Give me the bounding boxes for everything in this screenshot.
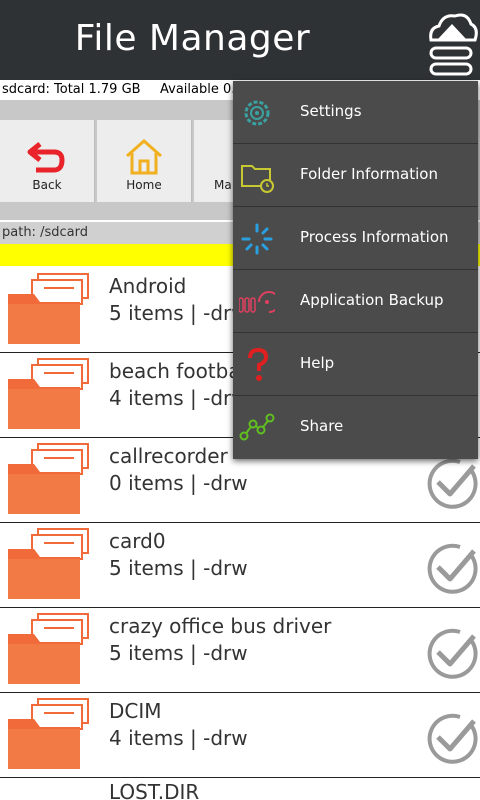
menu-item-folder-information[interactable]: Folder Information bbox=[233, 144, 478, 207]
file-meta: 5 items | -drw bbox=[109, 301, 248, 325]
home-label: Home bbox=[126, 178, 162, 192]
share-icon bbox=[239, 413, 275, 441]
list-item[interactable]: DCIM 4 items | -drw bbox=[0, 693, 480, 778]
folder-icon bbox=[8, 443, 89, 515]
back-arrow-icon bbox=[27, 142, 65, 173]
file-meta: 5 items | -drw bbox=[109, 641, 248, 665]
file-meta: 4 items | -drw bbox=[109, 386, 248, 410]
menu-label: Share bbox=[300, 417, 344, 435]
spinner-icon bbox=[241, 223, 273, 255]
menu-label: Process Information bbox=[300, 228, 449, 246]
folder-icon bbox=[8, 273, 89, 345]
folder-icon bbox=[8, 698, 89, 770]
home-icon bbox=[126, 138, 162, 175]
file-name: card0 bbox=[109, 529, 166, 553]
menu-label: Folder Information bbox=[300, 165, 438, 183]
back-button[interactable]: Back bbox=[0, 120, 95, 202]
overflow-menu: Settings Folder Information Process Info… bbox=[233, 81, 478, 459]
home-button[interactable]: Home bbox=[97, 120, 192, 202]
menu-item-help[interactable]: Help bbox=[233, 333, 478, 396]
file-name: crazy office bus driver bbox=[109, 614, 332, 638]
question-icon bbox=[248, 347, 269, 381]
gear-icon bbox=[244, 100, 270, 126]
file-name: LOST.DIR bbox=[109, 780, 200, 800]
back-label: Back bbox=[32, 178, 62, 192]
app-title: File Manager bbox=[74, 18, 311, 59]
cloud-upload-icon[interactable] bbox=[425, 10, 479, 78]
list-item[interactable]: crazy office bus driver 5 items | -drw bbox=[0, 608, 480, 693]
current-path: path: /sdcard bbox=[2, 225, 88, 240]
menu-label: Settings bbox=[300, 102, 362, 120]
folder-icon bbox=[8, 528, 89, 600]
menu-item-settings[interactable]: Settings bbox=[233, 81, 478, 144]
storage-total: sdcard: Total 1.79 GB bbox=[2, 82, 141, 97]
file-name: Android bbox=[109, 274, 187, 298]
storage-available: Available 0. bbox=[160, 82, 236, 97]
file-meta: 5 items | -drw bbox=[109, 556, 248, 580]
file-meta: 4 items | -drw bbox=[109, 726, 248, 750]
file-name: callrecorder bbox=[109, 444, 228, 468]
file-meta: 0 items | -drw bbox=[109, 471, 248, 495]
menu-item-share[interactable]: Share bbox=[233, 396, 478, 459]
check-circle-icon[interactable] bbox=[424, 711, 478, 765]
title-bar: File Manager bbox=[0, 0, 480, 80]
folder-clock-icon bbox=[241, 165, 274, 193]
menu-item-application-backup[interactable]: Application Backup bbox=[233, 270, 478, 333]
file-name: beach footba bbox=[109, 359, 241, 383]
backup-icon bbox=[239, 291, 275, 313]
folder-icon bbox=[8, 613, 89, 685]
menu-label: Help bbox=[300, 354, 335, 372]
list-item[interactable]: LOST.DIR bbox=[0, 778, 480, 800]
check-circle-icon[interactable] bbox=[424, 626, 478, 680]
menu-item-process-information[interactable]: Process Information bbox=[233, 207, 478, 270]
menu-label: Application Backup bbox=[300, 291, 444, 309]
check-circle-icon[interactable] bbox=[424, 456, 478, 510]
check-circle-icon[interactable] bbox=[424, 541, 478, 595]
file-name: DCIM bbox=[109, 699, 162, 723]
list-item[interactable]: card0 5 items | -drw bbox=[0, 523, 480, 608]
folder-icon bbox=[8, 358, 89, 430]
